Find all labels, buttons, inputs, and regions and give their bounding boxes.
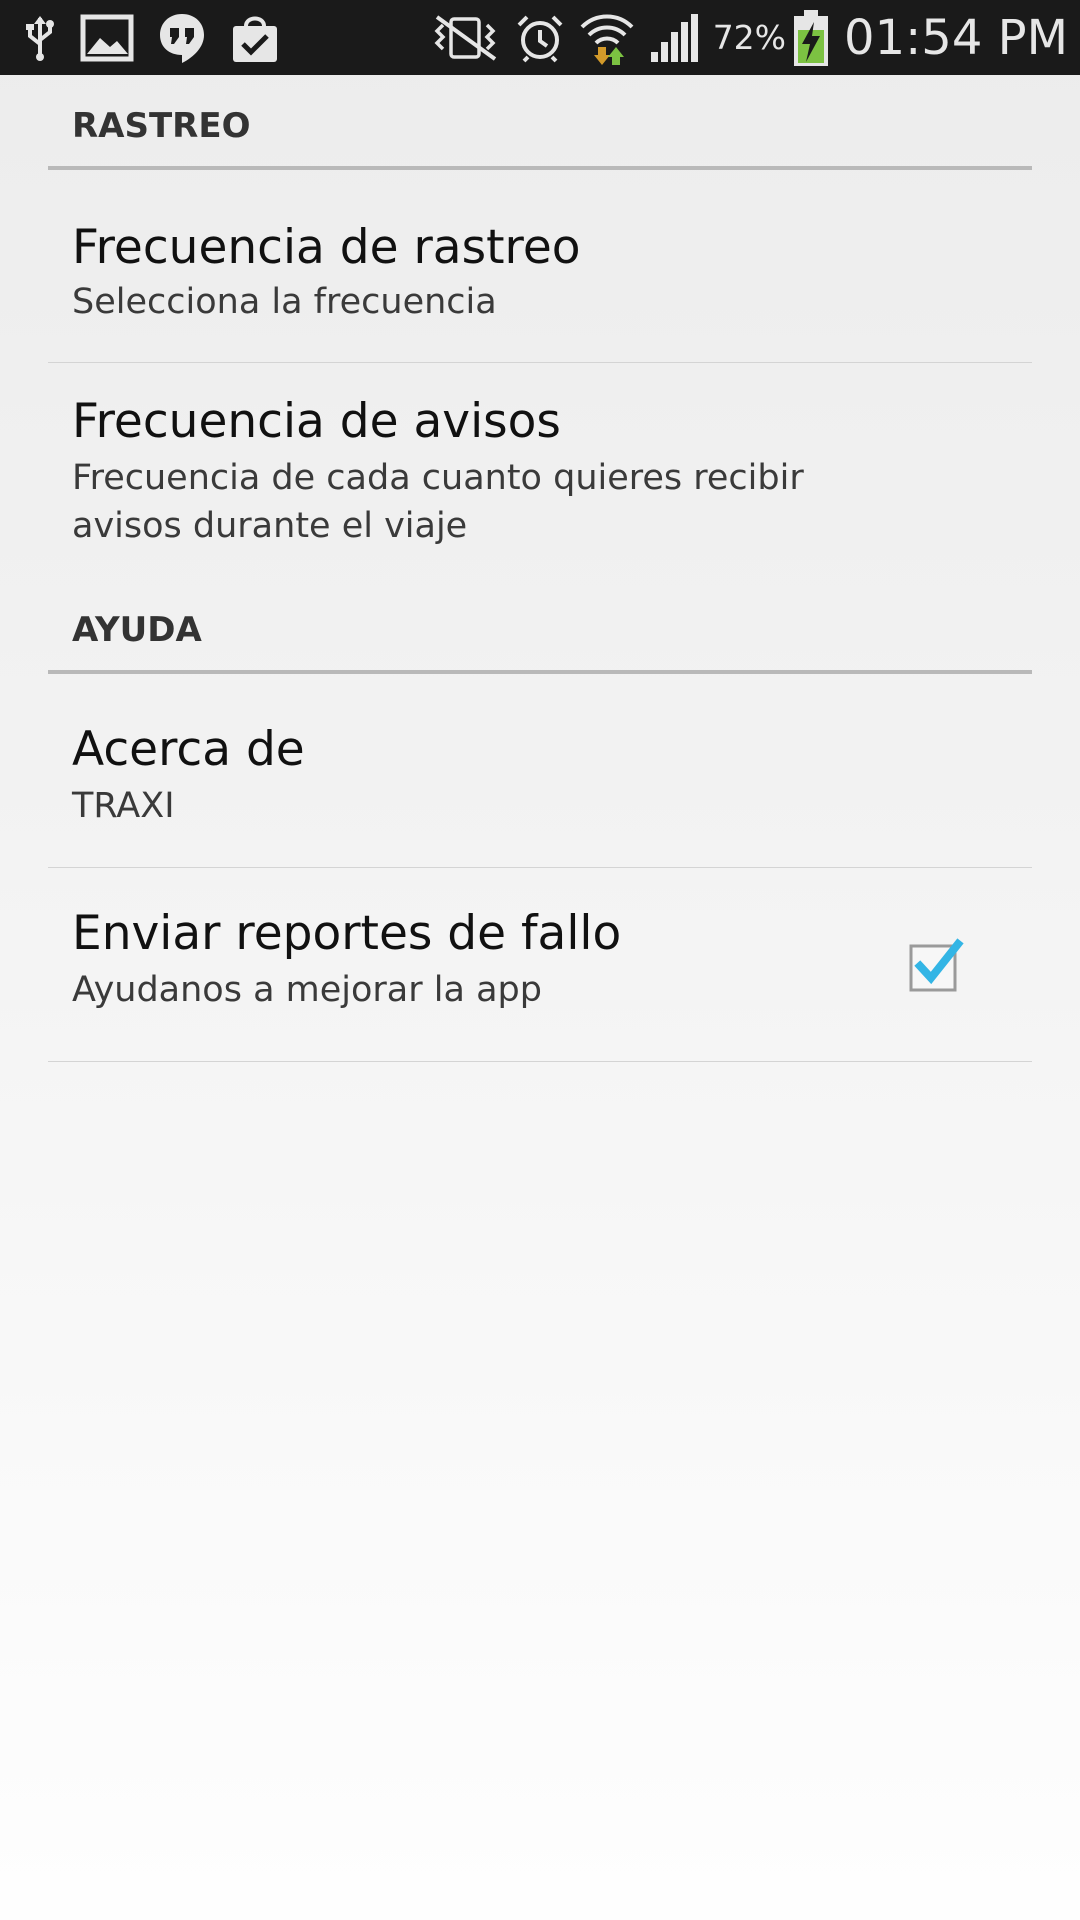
- preference-summary: Frecuencia de cada cuanto quieres recibi…: [72, 458, 804, 546]
- preference-title: Frecuencia de avisos: [72, 394, 561, 449]
- preference-tracking-frequency[interactable]: Frecuencia de rastreo Selecciona la frec…: [48, 170, 1032, 363]
- preference-summary: Ayudanos a mejorar la app: [72, 970, 542, 1010]
- category-title: AYUDA: [72, 610, 202, 650]
- system-icons: 72% 01:54 PM: [429, 0, 1068, 75]
- preference-title: Acerca de: [72, 722, 305, 777]
- category-rastreo: RASTREO: [48, 75, 1032, 170]
- crash-reports-checkbox[interactable]: [908, 938, 964, 992]
- checkmark-icon: [909, 938, 964, 992]
- hangouts-icon: [158, 12, 206, 64]
- clock: 01:54 PM: [844, 9, 1068, 66]
- preference-summary: Selecciona la frecuencia: [72, 282, 497, 322]
- vibrate-mute-icon: [429, 13, 501, 63]
- status-bar: 72% 01:54 PM: [0, 0, 1080, 75]
- wifi-icon: [579, 11, 635, 65]
- gallery-icon: [80, 14, 134, 62]
- notification-icons: [24, 0, 304, 75]
- usb-icon: [24, 14, 56, 62]
- preference-title: Enviar reportes de fallo: [72, 906, 622, 961]
- play-store-icon: [230, 12, 280, 64]
- preference-summary: TRAXI: [72, 786, 175, 826]
- settings-list: RASTREO Frecuencia de rastreo Selecciona…: [0, 75, 1080, 1062]
- preference-alerts-frequency[interactable]: Frecuencia de avisos Frecuencia de cada …: [48, 363, 1032, 595]
- battery-percentage: 72%: [712, 18, 787, 57]
- signal-icon: [649, 13, 699, 62]
- preference-about[interactable]: Acerca de TRAXI: [48, 674, 1032, 868]
- category-title: RASTREO: [72, 106, 251, 146]
- category-ayuda: AYUDA: [48, 595, 1032, 674]
- alarm-icon: [515, 13, 565, 63]
- preference-send-crash-reports[interactable]: Enviar reportes de fallo Ayudanos a mejo…: [48, 868, 1032, 1062]
- battery-charging-icon: [792, 9, 830, 66]
- preference-title: Frecuencia de rastreo: [72, 220, 581, 275]
